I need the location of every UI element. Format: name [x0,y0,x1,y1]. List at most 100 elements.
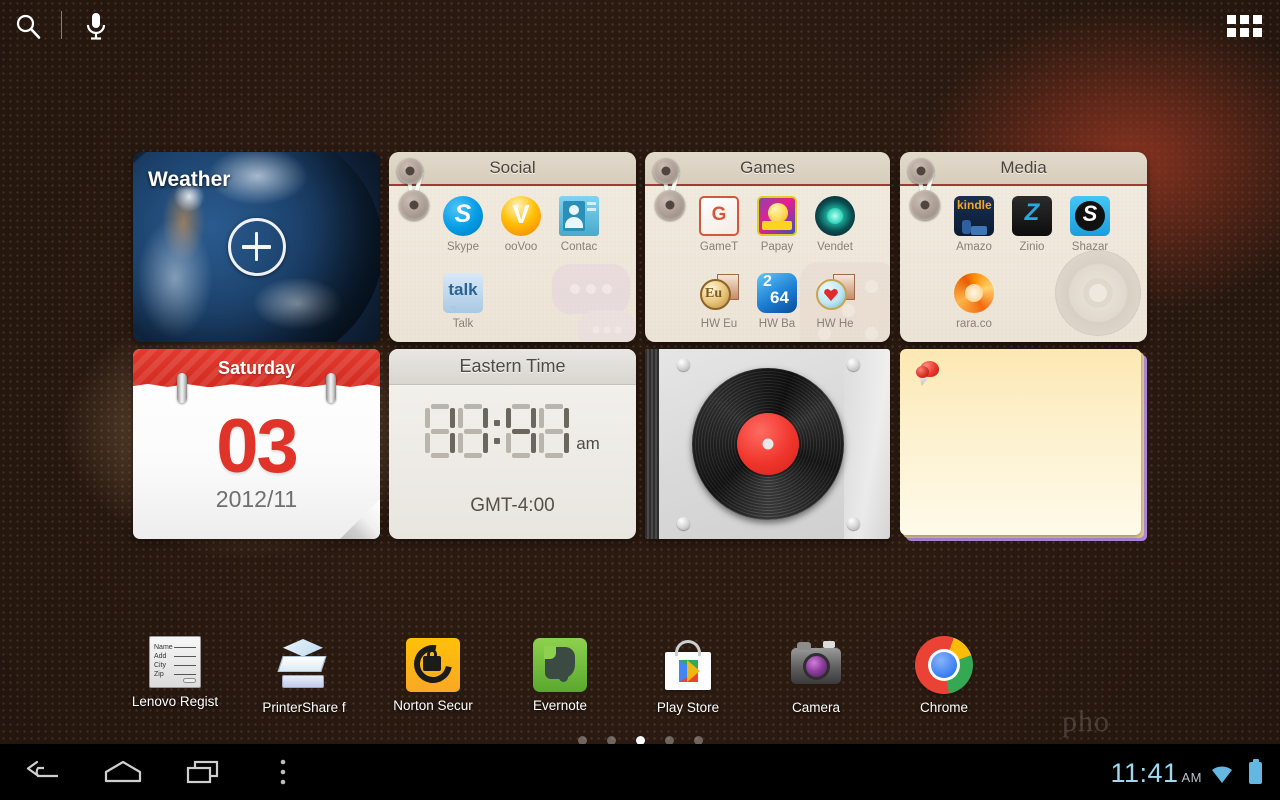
status-bar-clock[interactable]: 11:41 AM [1110,758,1202,789]
app-label: HW Eu [700,318,738,330]
app-hw-hearts[interactable]: HW He [807,271,863,342]
app-label: GameT [699,241,739,253]
dock-item-printershare[interactable]: PrinterShare f [244,636,364,715]
calendar-header: Saturday [133,349,380,387]
microphone-icon[interactable] [82,10,110,42]
app-rara[interactable]: rara.co [946,271,1002,342]
sticky-note-widget[interactable] [900,349,1147,541]
zinio-icon: Z [1012,196,1052,236]
app-zinio[interactable]: Z Zinio [1004,194,1060,271]
apps-grid-cell [1240,15,1249,24]
screw-icon [847,358,860,371]
vinyl-record-icon[interactable] [691,368,844,520]
play-store-icon [659,636,717,694]
camera-icon [787,636,845,694]
chrome-icon [915,636,973,694]
recent-apps-icon[interactable] [163,744,243,800]
oovoo-icon: V [501,196,541,236]
music-player-widget[interactable] [645,349,890,539]
calendar-weekday: Saturday [217,357,296,378]
apps-grid-cell [1240,28,1249,37]
clock-digit [506,404,537,458]
media-app-grid: kindle Amazo Z Zinio S Shazar rara.co [946,194,1143,342]
home-icon[interactable] [83,744,163,800]
folder-fastener-icon [397,158,453,220]
app-papaya[interactable]: Papay [749,194,805,271]
top-bar [0,0,1280,50]
app-label: Papay [760,241,794,253]
app-label: HW Ba [758,318,796,330]
app-label: Talk [452,318,474,330]
status-bar-meridiem: AM [1181,770,1202,785]
calendar-widget[interactable]: Saturday 03 2012/11 [133,349,380,539]
norton-security-icon [406,637,460,692]
dock-item-label: Play Store [656,700,720,715]
shazam-icon: S [1070,196,1110,236]
clock-colon [491,404,503,458]
games-folder-widget[interactable]: Games G GameT Papay Vendet Eu HW Eu 2 64… [645,152,890,342]
social-folder-widget[interactable]: Social S Skype V ooVoo Contac talk Talk [389,152,636,342]
clock-timezone-label: Eastern Time [459,356,566,376]
hardwood-backgammon-icon: 2 64 [757,273,797,313]
hardwood-euchre-icon: Eu [699,273,739,313]
clock-lcd-display: am [389,404,636,458]
dock-item-label: Lenovo Regist [131,694,219,709]
apps-grid-icon[interactable] [1227,15,1262,37]
wifi-icon[interactable] [1210,764,1234,784]
app-label: Skype [447,241,479,253]
dock-item-chrome[interactable]: Chrome [884,636,1004,715]
app-vendetta[interactable]: Vendet [807,194,863,271]
clock-meridiem: am [576,434,600,453]
app-hw-euchre[interactable]: Eu HW Eu [691,271,747,342]
screw-icon [847,517,860,530]
search-icon[interactable] [14,12,42,40]
media-folder-widget[interactable]: Media kindle Amazo Z Zinio S Shazar rara… [900,152,1147,342]
clock-digit [425,404,456,458]
app-dock: Name Add City Zip Lenovo Regist PrinterShar… [0,636,1280,744]
calendar-ring [326,373,336,403]
dock-item-label: Chrome [919,700,968,715]
app-contacts[interactable]: Contac [551,194,607,271]
pushpin-icon [916,361,942,387]
app-hw-backgammon[interactable]: 2 64 HW Ba [749,271,805,342]
back-icon[interactable] [3,744,83,800]
app-oovoo[interactable]: V ooVoo [493,194,549,271]
top-bar-divider [61,11,62,39]
contacts-icon [559,196,599,236]
dock-item-label: Camera [791,700,840,715]
apps-grid-cell [1253,15,1262,24]
apps-grid-cell [1227,15,1236,24]
weather-widget[interactable]: Weather [133,152,380,342]
screw-icon [677,358,690,371]
clock-widget[interactable]: Eastern Time am GMT-4:00 [389,349,636,539]
folder-fastener-icon [653,158,709,220]
games-app-grid: G GameT Papay Vendet Eu HW Eu 2 64 HW Ba… [691,194,886,342]
app-label: Shazar [1071,241,1109,253]
dock-item-play-store[interactable]: Play Store [628,636,748,715]
evernote-icon [533,638,587,692]
google-talk-icon: talk [443,273,483,313]
note-front-page[interactable] [900,349,1141,535]
app-talk[interactable]: talk Talk [435,271,491,342]
dock-item-lenovo-registration[interactable]: Name Add City Zip Lenovo Regist [115,636,235,709]
games-folder-title: Games [740,158,795,177]
apps-grid-cell [1253,28,1262,37]
app-shazam[interactable]: S Shazar [1062,194,1118,271]
calendar-ring [177,373,187,403]
media-folder-title: Media [1000,158,1047,177]
folder-fastener-icon [908,158,964,220]
dock-item-norton-security[interactable]: Norton Secur [373,636,493,713]
app-label: rara.co [956,318,992,330]
dock-item-evernote[interactable]: Evernote [500,636,620,713]
weather-widget-title: Weather [148,168,231,191]
menu-overflow-icon[interactable] [243,744,323,800]
app-label: Amazo [956,241,992,253]
battery-full-icon[interactable] [1249,759,1262,784]
social-app-grid: S Skype V ooVoo Contac talk Talk [435,194,632,342]
system-navigation-bar: 11:41 AM [0,744,1280,800]
calendar-year-month: 2012/11 [215,486,298,512]
vendetta-icon [815,196,855,236]
dock-item-camera[interactable]: Camera [756,636,876,715]
app-label: Zinio [1019,241,1045,253]
add-city-button[interactable] [227,218,286,276]
